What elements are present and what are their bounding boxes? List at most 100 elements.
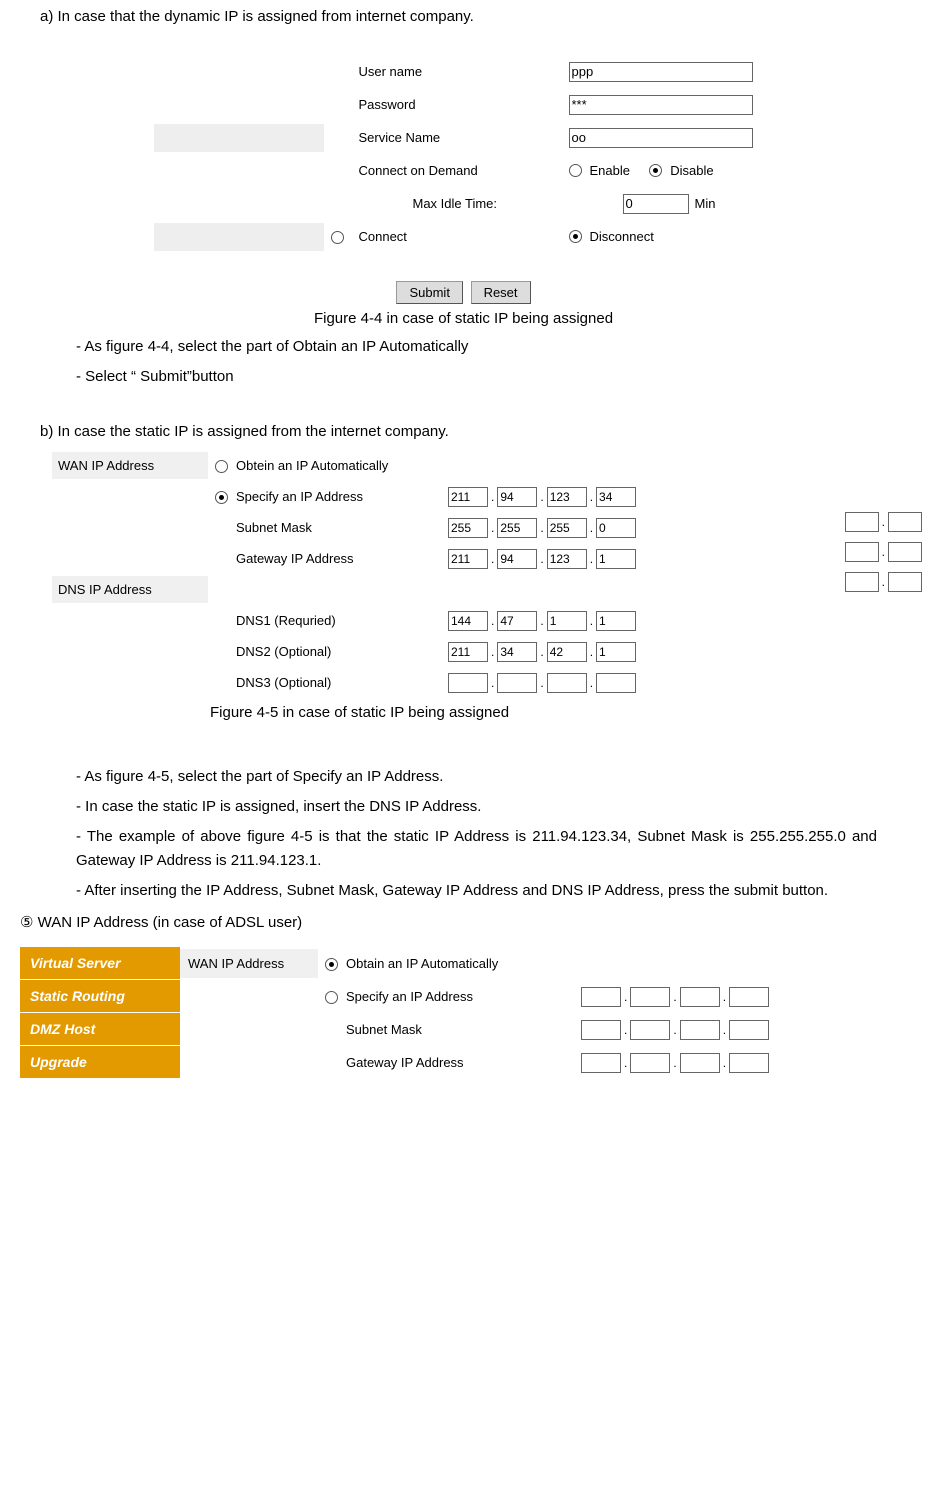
- sidebar-item-virtual-server[interactable]: Virtual Server: [20, 947, 180, 980]
- ip-input[interactable]: [497, 549, 537, 569]
- ip-input[interactable]: [680, 987, 720, 1007]
- cod-label: Connect on Demand: [353, 163, 569, 178]
- heading-a: a) In case that the dynamic IP is assign…: [40, 8, 907, 25]
- ip-input[interactable]: [680, 1020, 720, 1040]
- fig44-leftcell: [154, 58, 325, 86]
- dot: .: [539, 645, 544, 659]
- ip-input[interactable]: [497, 642, 537, 662]
- ip-input[interactable]: [448, 487, 488, 507]
- fig46-blank: [180, 982, 318, 1011]
- ip-input[interactable]: [547, 673, 587, 693]
- connect-radio-cell: [325, 229, 353, 244]
- ip-input[interactable]: [547, 642, 587, 662]
- dot: .: [490, 676, 495, 690]
- fig45-leftblank: [52, 514, 208, 541]
- disconnect-label: Disconnect: [590, 229, 654, 244]
- enable-label: Enable: [590, 163, 630, 178]
- ip-input[interactable]: [630, 1053, 670, 1073]
- fig46-specify-radio[interactable]: [325, 991, 338, 1004]
- username-input[interactable]: [569, 62, 753, 82]
- reset-button[interactable]: Reset: [471, 281, 531, 304]
- ip-input[interactable]: [547, 549, 587, 569]
- dns2-group: . . .: [448, 642, 636, 662]
- dot: .: [589, 645, 594, 659]
- dot: .: [539, 552, 544, 566]
- figure-4-6-panel: Virtual Server Static Routing DMZ Host U…: [20, 947, 907, 1079]
- obtain-radio[interactable]: [215, 460, 228, 473]
- sidebar-item-static-routing[interactable]: Static Routing: [20, 980, 180, 1013]
- ip-input[interactable]: [497, 611, 537, 631]
- ip-input[interactable]: [581, 1020, 621, 1040]
- connect-radio[interactable]: [331, 231, 344, 244]
- sidebar-item-dmz-host[interactable]: DMZ Host: [20, 1013, 180, 1046]
- dot: .: [490, 645, 495, 659]
- ip-input[interactable]: [497, 673, 537, 693]
- ip-input[interactable]: [497, 518, 537, 538]
- ip-input[interactable]: [630, 987, 670, 1007]
- fig45-leftblank: [52, 638, 208, 665]
- max-idle-input[interactable]: [623, 194, 689, 214]
- bullet-b3: - The example of above figure 4-5 is tha…: [76, 825, 877, 873]
- ip-input[interactable]: [729, 1053, 769, 1073]
- subnet-group: . . .: [448, 518, 636, 538]
- wan-ip-header: WAN IP Address: [180, 949, 318, 978]
- dot: .: [589, 521, 594, 535]
- specify-ip-group: . . .: [448, 487, 636, 507]
- dot: .: [539, 676, 544, 690]
- ip-input[interactable]: [596, 611, 636, 631]
- disable-radio[interactable]: [649, 164, 662, 177]
- ip-input[interactable]: [547, 611, 587, 631]
- dot: .: [539, 490, 544, 504]
- obtain-label: Obtein an IP Automatically: [236, 458, 448, 473]
- service-name-input[interactable]: [569, 128, 753, 148]
- min-label: Min: [695, 196, 716, 211]
- ip-input[interactable]: [596, 642, 636, 662]
- fig44-leftcell: [154, 124, 325, 152]
- ip-input[interactable]: [497, 487, 537, 507]
- ip-input[interactable]: [448, 549, 488, 569]
- ip-input[interactable]: [547, 518, 587, 538]
- fig46-sidebar: Virtual Server Static Routing DMZ Host U…: [20, 947, 180, 1079]
- ip-input[interactable]: [596, 549, 636, 569]
- fig46-subnet-label: Subnet Mask: [346, 1022, 581, 1037]
- dot: .: [490, 490, 495, 504]
- ip-input[interactable]: [581, 1053, 621, 1073]
- specify-radio[interactable]: [215, 491, 228, 504]
- ip-input[interactable]: [596, 673, 636, 693]
- bullet-a1: - As figure 4-4, select the part of Obta…: [76, 335, 907, 359]
- fig46-obtain-radio[interactable]: [325, 958, 338, 971]
- max-idle-label: Max Idle Time:: [353, 196, 623, 211]
- dns1-group: . . .: [448, 611, 636, 631]
- password-label: Password: [353, 97, 569, 112]
- ip-input[interactable]: [729, 1020, 769, 1040]
- bullet-b4: - After inserting the IP Address, Subnet…: [76, 879, 877, 903]
- gateway-group: . . .: [448, 549, 636, 569]
- dot: .: [539, 521, 544, 535]
- ip-input[interactable]: [630, 1020, 670, 1040]
- partial-box: [845, 572, 879, 592]
- ip-input[interactable]: [596, 518, 636, 538]
- ip-input[interactable]: [680, 1053, 720, 1073]
- ip-input[interactable]: [448, 518, 488, 538]
- ip-input[interactable]: [448, 611, 488, 631]
- dot: .: [672, 990, 677, 1004]
- ip-input[interactable]: [547, 487, 587, 507]
- dot: .: [623, 1056, 628, 1070]
- dns1-label: DNS1 (Requried): [236, 613, 448, 628]
- submit-button[interactable]: Submit: [396, 281, 462, 304]
- partial-box: [888, 512, 922, 532]
- fig46-specify-label: Specify an IP Address: [346, 989, 581, 1004]
- sidebar-item-upgrade[interactable]: Upgrade: [20, 1046, 180, 1079]
- ip-input[interactable]: [581, 987, 621, 1007]
- enable-radio[interactable]: [569, 164, 582, 177]
- dot: .: [589, 490, 594, 504]
- dot: .: [539, 614, 544, 628]
- fig45-leftblank: [52, 545, 208, 572]
- disconnect-radio[interactable]: [569, 230, 582, 243]
- ip-input[interactable]: [448, 642, 488, 662]
- password-input[interactable]: [569, 95, 753, 115]
- ip-input[interactable]: [448, 673, 488, 693]
- ip-input[interactable]: [729, 987, 769, 1007]
- fig46-specify-group: . . .: [581, 987, 769, 1007]
- ip-input[interactable]: [596, 487, 636, 507]
